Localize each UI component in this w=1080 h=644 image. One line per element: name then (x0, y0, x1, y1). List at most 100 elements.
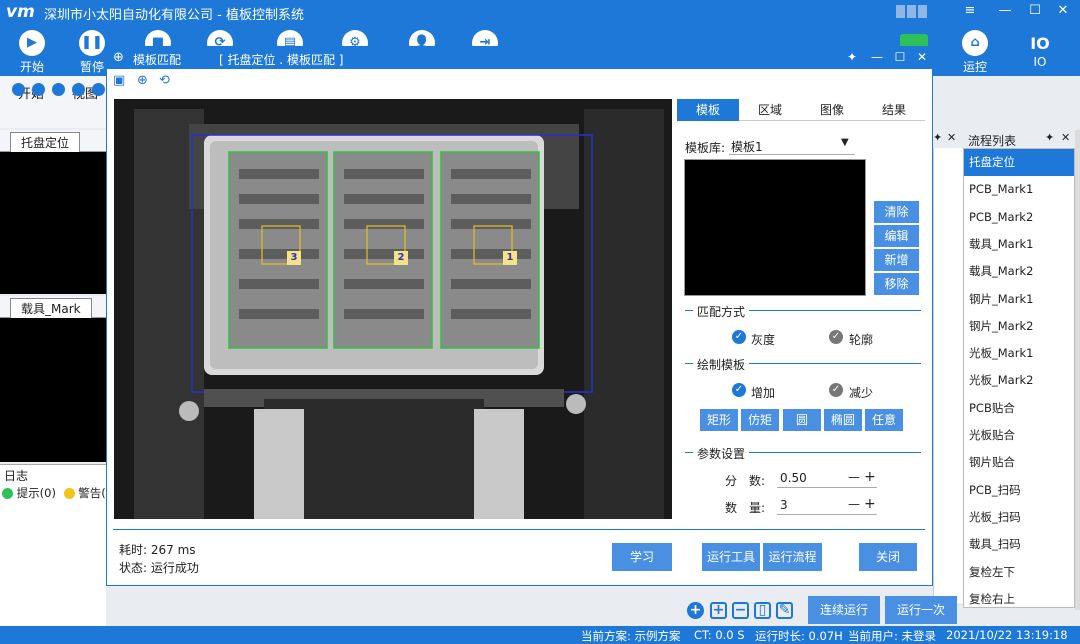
remove-icon[interactable]: − (732, 602, 749, 619)
flow-list-item[interactable]: 光板_Mark1 (964, 340, 1074, 367)
flow-list-item[interactable]: 托盘定位 (964, 149, 1074, 176)
menu-bar: 开始 视图 (0, 76, 106, 128)
match-marker: 1 (503, 251, 517, 265)
flow-list-item[interactable]: PCB_Mark2 (964, 204, 1074, 231)
close-dialog-button[interactable]: 关闭 (859, 543, 917, 571)
run-icon[interactable] (12, 83, 25, 96)
layout-icon[interactable] (907, 5, 916, 18)
run-step-icon[interactable] (32, 83, 45, 96)
misc-icon[interactable] (92, 83, 105, 96)
flow-list-item[interactable]: PCB_扫码 (964, 477, 1074, 504)
flow-list-item[interactable]: 钢片_Mark2 (964, 313, 1074, 340)
footer-divider (113, 529, 925, 530)
camera-image[interactable]: 3 2 1 (114, 99, 672, 519)
count-input[interactable]: 3 (777, 495, 877, 515)
add-icon[interactable]: + (687, 602, 704, 619)
clear-button[interactable]: 清除 (874, 201, 919, 223)
plus-icon[interactable]: + (864, 496, 876, 512)
dialog-title: 模板匹配 (133, 53, 182, 67)
close-icon[interactable]: ✕ (947, 131, 956, 144)
log-warn[interactable]: 警告( (78, 486, 106, 500)
pin-icon[interactable]: ✦ (1045, 131, 1054, 144)
close-icon[interactable]: ✕ (1061, 131, 1070, 144)
freeform-button[interactable]: 任意 (865, 409, 903, 431)
edit-button[interactable]: 编辑 (874, 225, 919, 247)
pin-icon[interactable]: ✦ (842, 50, 862, 64)
tab-carrier-mark[interactable]: 载具_Mark (10, 298, 92, 318)
run-once-button[interactable]: 运行一次 (885, 596, 957, 624)
flow-list-item[interactable]: 复检左下 (964, 559, 1074, 586)
add-checkbox[interactable]: ✓ (732, 383, 746, 397)
grayscale-checkbox[interactable]: ✓ (732, 330, 746, 344)
layout-icon[interactable] (896, 5, 905, 18)
minus-icon[interactable]: — (848, 497, 860, 511)
image-icon[interactable]: ▣ (113, 73, 125, 88)
motion-icon: ⌂ (962, 30, 988, 56)
tab-result[interactable]: 结果 (863, 99, 925, 121)
left-empty (0, 506, 106, 626)
affine-rect-button[interactable]: 仿矩 (741, 409, 779, 431)
flow-list-item[interactable]: PCB_Mark1 (964, 176, 1074, 203)
pin-icon[interactable]: ✦ (933, 131, 942, 144)
rect-button[interactable]: 矩形 (700, 409, 738, 431)
tab-tray-positioning[interactable]: 托盘定位 (10, 132, 81, 152)
flow-list-item[interactable]: 光板贴合 (964, 422, 1074, 449)
scrollbar[interactable] (1075, 130, 1080, 610)
motion-control-button[interactable]: ⌂ 运控 (945, 24, 1005, 76)
flow-list-item[interactable]: 复检右上 (964, 586, 1074, 613)
plus-icon[interactable]: + (864, 469, 876, 485)
run-tool-button[interactable]: 运行工具 (702, 543, 760, 571)
flow-list-item[interactable]: 载具_Mark2 (964, 258, 1074, 285)
dialog-titlebar: ⊕ 模板匹配 [ 托盘定位 . 模板匹配 ] ✦ — ☐ ✕ (107, 47, 932, 69)
rotate-icon[interactable]: ⟲ (159, 73, 170, 88)
new-button[interactable]: 新增 (874, 249, 919, 271)
flow-list-item[interactable]: 光板_Mark2 (964, 367, 1074, 394)
flow-list-item[interactable]: 载具_Mark1 (964, 231, 1074, 258)
loop-icon[interactable] (72, 83, 85, 96)
runtime-text: 运行时长: 0.07H (755, 629, 843, 643)
flow-list-item[interactable]: 钢片贴合 (964, 449, 1074, 476)
start-button[interactable]: ▶ 开始 (2, 24, 62, 76)
minimize-button[interactable]: — (867, 50, 887, 64)
menu-icon[interactable]: ≡ (955, 3, 985, 18)
ct-text: CT: 0.0 S (694, 628, 745, 642)
flow-list-item[interactable]: 载具_扫码 (964, 531, 1074, 558)
subtract-checkbox[interactable]: ✓ (829, 383, 843, 397)
tab-template[interactable]: 模板 (677, 99, 739, 121)
run-continuous-button[interactable]: 连续运行 (808, 596, 880, 624)
circle-button[interactable]: 圆 (783, 409, 821, 431)
add-box-icon[interactable]: + (710, 602, 727, 619)
minus-icon[interactable]: — (848, 470, 860, 484)
left-panel2-header: 载具_Mark (0, 296, 106, 318)
zoom-in-icon[interactable]: ⊕ (137, 73, 148, 88)
learn-button[interactable]: 学习 (612, 543, 672, 571)
params-title: 参数设置 (693, 445, 750, 462)
run-flow-button[interactable]: 运行流程 (763, 543, 822, 571)
contour-label: 轮廓 (849, 333, 874, 347)
edit-icon[interactable]: ✎ (776, 602, 793, 619)
ellipse-button[interactable]: 椭圆 (824, 409, 862, 431)
close-button[interactable]: ✕ (912, 50, 932, 64)
delete-icon[interactable]: ▯ (754, 602, 771, 619)
log-hint[interactable]: 提示(0) (17, 486, 56, 500)
draw-template-title: 绘制模板 (693, 356, 750, 373)
score-input[interactable]: 0.50 (777, 468, 877, 488)
subtract-label: 减少 (849, 386, 874, 400)
close-button[interactable]: ✕ (1048, 3, 1078, 18)
flow-list-item[interactable]: PCB贴合 (964, 395, 1074, 422)
maximize-button[interactable]: ☐ (890, 50, 910, 64)
layout-icon[interactable] (918, 5, 927, 18)
template-lib-select[interactable]: 模板1 ▼ (729, 135, 855, 155)
minimize-button[interactable]: — (990, 3, 1020, 18)
contour-checkbox[interactable]: ✓ (829, 330, 843, 344)
tab-region[interactable]: 区域 (739, 99, 801, 121)
maximize-button[interactable]: ☐ (1020, 3, 1050, 18)
flow-list-item[interactable]: 钢片_Mark1 (964, 286, 1074, 313)
flow-list-item[interactable]: 光板_扫码 (964, 504, 1074, 531)
count-value: 3 (780, 498, 788, 512)
match-mode-section: 匹配方式 (685, 303, 921, 320)
tab-image[interactable]: 图像 (801, 99, 863, 121)
next-icon[interactable] (52, 83, 65, 96)
remove-button[interactable]: 移除 (874, 273, 919, 295)
io-button[interactable]: IO IO (1010, 24, 1070, 76)
